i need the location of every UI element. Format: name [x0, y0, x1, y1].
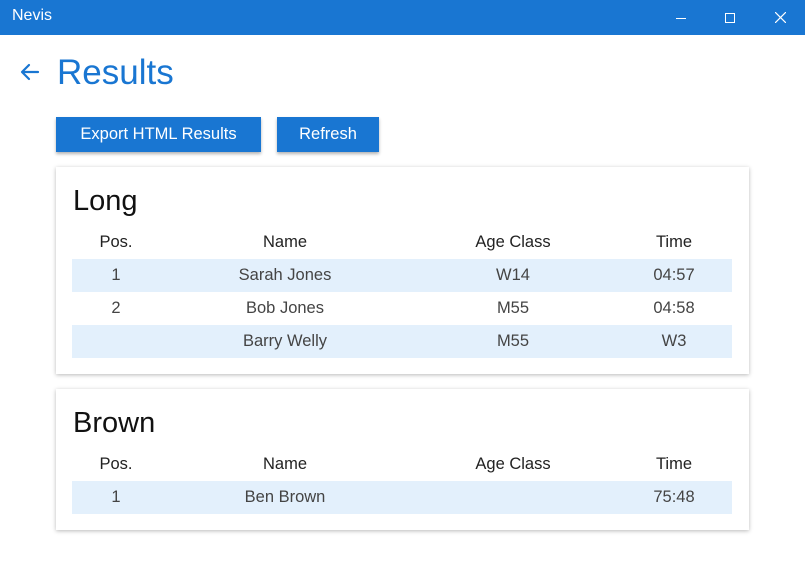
- cell-name: Sarah Jones: [238, 266, 332, 284]
- arrow-left-icon: [20, 63, 40, 81]
- cell-age-class: M55: [496, 299, 530, 317]
- cell-time: W3: [661, 332, 687, 350]
- cell-name: Bob Jones: [246, 299, 324, 317]
- course-title: Brown: [73, 407, 156, 439]
- header-name: Name: [262, 233, 307, 251]
- cell-name: Ben Brown: [244, 488, 326, 506]
- back-button[interactable]: [18, 60, 42, 84]
- table-row: Barry Welly M55 W3: [72, 325, 732, 358]
- table-row: 1 Ben Brown 75:48: [72, 481, 732, 514]
- table-header-row: Pos. Name Age Class Time: [72, 226, 732, 259]
- results-table: Pos. Name Age Class Time 1 Ben Brown 75:…: [72, 448, 732, 514]
- cell-name: Barry Welly: [242, 332, 328, 350]
- cell-age-class: M55: [496, 332, 530, 350]
- header-time: Time: [655, 233, 693, 251]
- close-icon: [774, 12, 786, 23]
- cell-age-class: W14: [496, 266, 530, 284]
- close-button[interactable]: [757, 0, 803, 35]
- window-title: Nevis: [12, 7, 53, 24]
- header-age-class: Age Class: [475, 455, 551, 473]
- header-name: Name: [262, 455, 307, 473]
- export-html-results-button[interactable]: Export HTML Results: [56, 117, 261, 152]
- course-title: Long: [73, 185, 138, 217]
- refresh-button[interactable]: Refresh: [277, 117, 379, 152]
- header-pos: Pos.: [99, 233, 133, 251]
- title-bar: Nevis: [0, 0, 805, 35]
- cell-time: 04:57: [653, 266, 695, 284]
- table-header-row: Pos. Name Age Class Time: [72, 448, 732, 481]
- cell-pos: 2: [111, 299, 121, 317]
- cell-pos: 1: [111, 266, 121, 284]
- cell-pos: [72, 325, 160, 358]
- header-pos: Pos.: [99, 455, 133, 473]
- course-card-brown: Brown Pos. Name Age Class Time 1 Ben Bro…: [56, 389, 749, 530]
- course-card-long: Long Pos. Name Age Class Time 1 Sarah Jo…: [56, 167, 749, 374]
- cell-time: 75:48: [653, 488, 695, 506]
- cell-time: 04:58: [653, 299, 695, 317]
- cell-age-class: [410, 481, 616, 514]
- table-row: 2 Bob Jones M55 04:58: [72, 292, 732, 325]
- maximize-button[interactable]: [707, 0, 753, 35]
- header-time: Time: [655, 455, 693, 473]
- minimize-icon: [676, 17, 686, 19]
- cell-pos: 1: [111, 488, 121, 506]
- minimize-button[interactable]: [658, 0, 704, 35]
- page-title: Results: [57, 53, 174, 92]
- table-row: 1 Sarah Jones W14 04:57: [72, 259, 732, 292]
- header-age-class: Age Class: [475, 233, 551, 251]
- results-table: Pos. Name Age Class Time 1 Sarah Jones W…: [72, 226, 732, 358]
- maximize-icon: [725, 12, 735, 23]
